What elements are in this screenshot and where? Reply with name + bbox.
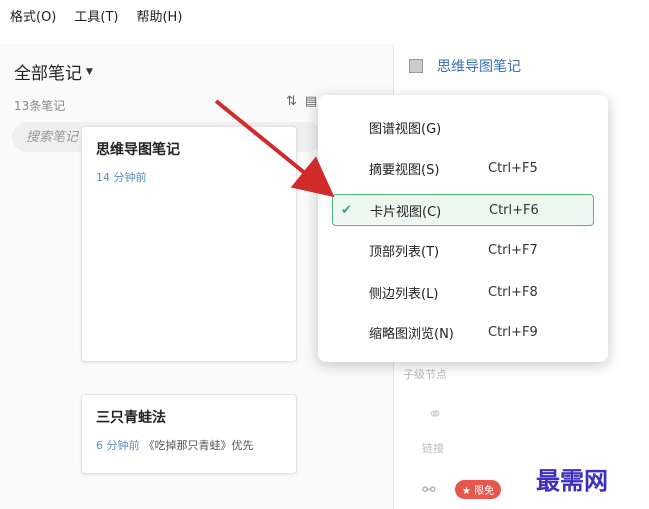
note-count: 13条笔记 bbox=[14, 99, 66, 113]
menu-item-label: 图谱视图(G) bbox=[369, 121, 442, 137]
menu-item-card-view[interactable]: ✔ 卡片视图(C) Ctrl+F6 bbox=[332, 194, 594, 226]
menu-item-thumbnail-view[interactable]: 缩略图浏览(N) Ctrl+F9 bbox=[332, 316, 594, 348]
card-time: 14 分钟前 bbox=[96, 171, 147, 184]
menu-item-shortcut: Ctrl+F7 bbox=[488, 242, 538, 258]
menu-bar: 格式(O) 工具(T) 帮助(H) bbox=[0, 0, 649, 30]
card-snippet: 6 分钟前 《吃掉那只青蛙》优先 bbox=[96, 437, 282, 454]
view-mode-menu: 图谱视图(G) 摘要视图(S) Ctrl+F5 ✔ 卡片视图(C) Ctrl+F… bbox=[318, 95, 608, 362]
child-node-tool[interactable]: 子级节点 bbox=[395, 366, 455, 382]
card-title: 思维导图笔记 bbox=[96, 142, 180, 158]
menu-item-label: 顶部列表(T) bbox=[369, 244, 440, 260]
link-tool[interactable]: 链接 bbox=[403, 440, 463, 456]
view-mode-icon[interactable]: ▤ bbox=[305, 94, 317, 109]
panel-title: 全部笔记 bbox=[14, 64, 82, 84]
menu-item-graph-view[interactable]: 图谱视图(G) bbox=[332, 111, 594, 143]
link-icon[interactable]: ⚭ bbox=[405, 404, 465, 425]
menu-item-label: 缩略图浏览(N) bbox=[369, 326, 454, 342]
sort-icon[interactable]: ⇅ bbox=[286, 94, 297, 109]
menu-format[interactable]: 格式(O) bbox=[10, 6, 56, 25]
list-toolbar: ⇅ ▤ bbox=[286, 94, 317, 109]
menu-item-summary-view[interactable]: 摘要视图(S) Ctrl+F5 bbox=[332, 152, 594, 184]
note-card[interactable]: 三只青蛙法 6 分钟前 《吃掉那只青蛙》优先 bbox=[81, 394, 297, 474]
menu-item-top-list[interactable]: 顶部列表(T) Ctrl+F7 bbox=[332, 234, 594, 266]
menu-item-shortcut: Ctrl+F8 bbox=[488, 284, 538, 300]
checkmark-icon: ✔ bbox=[341, 202, 352, 218]
menu-item-label: 摘要视图(S) bbox=[369, 162, 440, 178]
menu-tools[interactable]: 工具(T) bbox=[74, 6, 118, 25]
graph-icon[interactable]: ⚯ bbox=[419, 480, 439, 499]
note-header: 思维导图笔记 bbox=[409, 56, 521, 76]
card-time: 6 分钟前 bbox=[96, 439, 140, 452]
menu-item-shortcut: Ctrl+F9 bbox=[488, 324, 538, 340]
menu-help[interactable]: 帮助(H) bbox=[136, 6, 182, 25]
note-card[interactable]: 思维导图笔记 14 分钟前 bbox=[81, 126, 297, 362]
free-badge[interactable]: ★ 限免 bbox=[455, 480, 502, 499]
menu-item-label: 侧边列表(L) bbox=[369, 286, 439, 302]
menu-item-side-list[interactable]: 侧边列表(L) Ctrl+F8 bbox=[332, 276, 594, 308]
mindmap-note-icon bbox=[409, 59, 423, 73]
menu-item-shortcut: Ctrl+F5 bbox=[488, 160, 538, 176]
card-snippet-text: 《吃掉那只青蛙》优先 bbox=[143, 439, 254, 452]
watermark-logo: 最需网 bbox=[536, 466, 608, 495]
note-title[interactable]: 思维导图笔记 bbox=[437, 56, 521, 76]
menu-item-shortcut: Ctrl+F6 bbox=[489, 202, 539, 218]
all-notes-dropdown[interactable]: 全部笔记 ▼ bbox=[14, 59, 93, 84]
card-title: 三只青蛙法 bbox=[96, 410, 166, 426]
caret-down-icon: ▼ bbox=[86, 66, 93, 77]
menu-item-label: 卡片视图(C) bbox=[370, 204, 442, 220]
